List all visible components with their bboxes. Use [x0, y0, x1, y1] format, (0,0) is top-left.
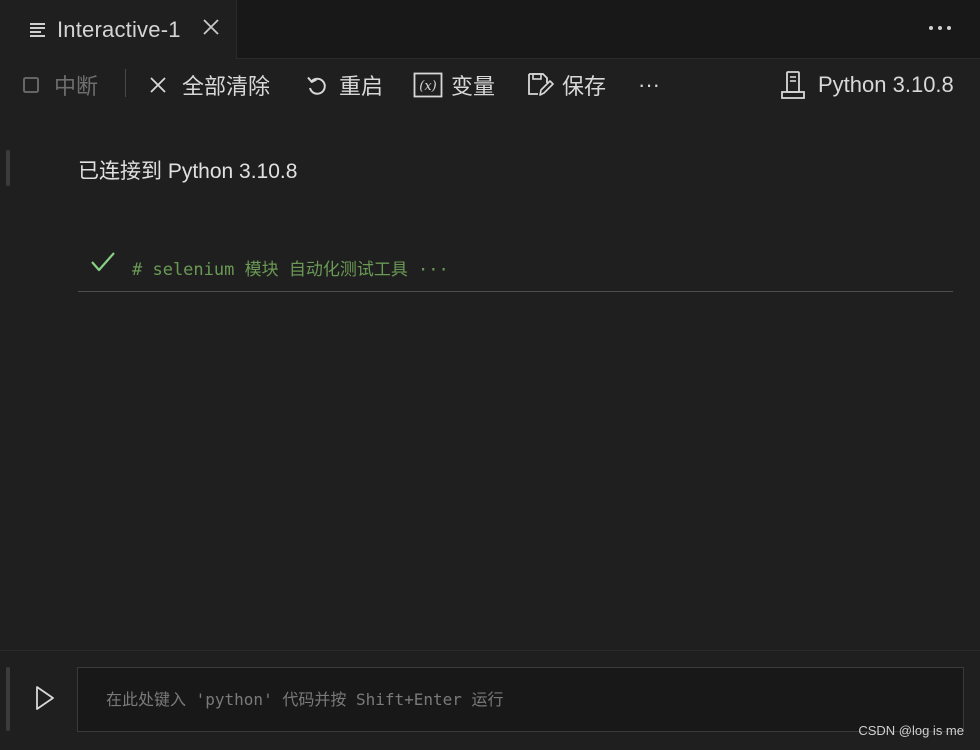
tab-bar: Interactive-1 — [0, 0, 980, 59]
save-button[interactable]: 保存 — [526, 67, 606, 103]
input-gutter — [6, 667, 10, 731]
variables-label: 变量 — [451, 74, 496, 99]
message-gutter — [6, 150, 10, 186]
clear-icon — [148, 75, 168, 95]
tab-interactive[interactable]: Interactive-1 — [0, 0, 237, 59]
code-input[interactable] — [104, 689, 937, 710]
restart-button[interactable]: 重启 — [305, 67, 383, 103]
clear-all-button[interactable]: 全部清除 — [148, 67, 270, 103]
kernel-label: Python 3.10.8 — [818, 72, 954, 97]
save-icon — [526, 71, 554, 99]
connection-status: 已连接到 Python 3.10.8 — [78, 160, 298, 183]
watermark: CSDN @log is me — [858, 723, 964, 738]
tab-title: Interactive-1 — [57, 16, 181, 42]
restart-label: 重启 — [339, 74, 384, 99]
check-icon — [90, 250, 116, 274]
more-toolbar-button[interactable]: ··· — [638, 67, 660, 103]
kernel-picker[interactable]: Python 3.10.8 — [780, 67, 954, 103]
close-icon[interactable] — [201, 17, 221, 37]
notebook-lines-icon — [30, 22, 45, 37]
save-label: 保存 — [562, 74, 607, 99]
interrupt-button[interactable]: 中断 — [22, 67, 98, 103]
code-input-box[interactable] — [77, 667, 964, 732]
cell-code-preview: # selenium 模块 自动化测试工具 ··· — [132, 260, 449, 280]
clear-all-label: 全部清除 — [182, 74, 271, 99]
interrupt-label: 中断 — [54, 74, 99, 99]
stop-icon — [22, 76, 40, 94]
more-actions-icon[interactable] — [925, 16, 955, 40]
server-environment-icon — [780, 70, 806, 100]
toolbar-divider — [125, 69, 126, 97]
input-panel — [0, 650, 980, 750]
variables-icon: (x) — [413, 72, 443, 98]
toolbar: 中断 全部清除 重启 (x) 变量 保存 ··· Python 3.10.8 — [0, 59, 980, 111]
restart-icon — [305, 73, 329, 97]
executed-cell[interactable]: # selenium 模块 自动化测试工具 ··· — [78, 238, 953, 292]
svg-text:(x): (x) — [419, 79, 436, 94]
run-button[interactable] — [30, 681, 60, 715]
more-toolbar-label: ··· — [638, 72, 660, 97]
variables-button[interactable]: (x) 变量 — [413, 67, 495, 103]
